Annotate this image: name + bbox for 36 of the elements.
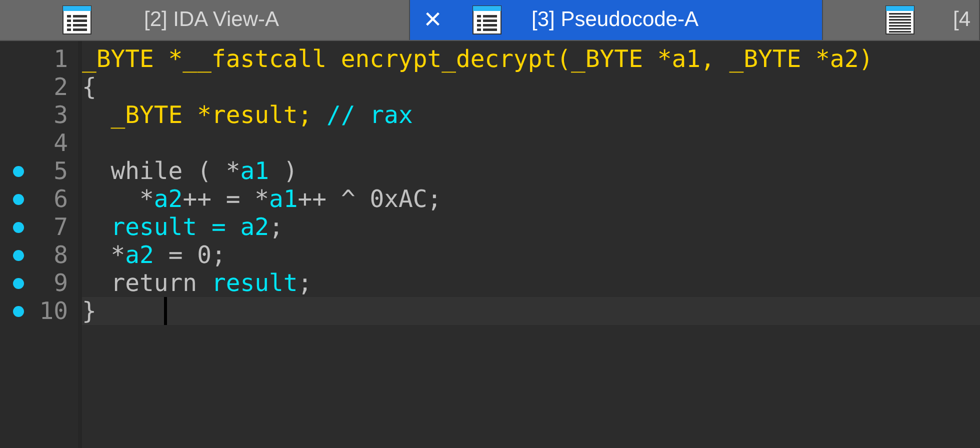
code-line: result = a2;: [110, 213, 284, 241]
close-icon[interactable]: ×: [424, 5, 442, 35]
line-number: 6: [54, 185, 68, 213]
line-number: 4: [54, 129, 68, 157]
breakpoint-dot[interactable]: [13, 306, 24, 317]
code-line: {: [82, 73, 96, 101]
table-icon: [472, 5, 502, 35]
tab-label: [3] Pseudocode-A: [532, 8, 698, 32]
code-line: _BYTE *result; // rax: [110, 101, 413, 129]
code-line: *a2 = 0;: [110, 241, 226, 269]
line-number: 1: [54, 45, 68, 73]
tab[interactable]: × [3] Pseudocode-A: [410, 0, 823, 40]
tab[interactable]: [4: [823, 0, 980, 40]
code-line: _BYTE *__fastcall encrypt_decrypt(_BYTE *a1, _BYTE *a2): [82, 45, 874, 73]
line-number: 2: [54, 73, 68, 101]
code-line: return result;: [110, 269, 312, 297]
line-number: 9: [54, 269, 68, 297]
text-cursor: [164, 297, 167, 325]
line-number: 5: [54, 157, 68, 185]
code-line: *a2++ = *a1++ ^ 0xAC;: [138, 185, 442, 213]
document-icon: [885, 5, 915, 35]
table-icon: [62, 5, 92, 35]
line-number: 3: [54, 101, 68, 129]
breakpoint-dot[interactable]: [13, 194, 24, 205]
breakpoint-dot[interactable]: [13, 250, 24, 261]
tab-label: [2] IDA View-A: [144, 8, 280, 32]
breakpoint-dot[interactable]: [13, 278, 24, 289]
tab-label: [4: [953, 8, 971, 32]
breakpoint-dot[interactable]: [13, 166, 24, 177]
code-line: while ( *a1 ): [110, 157, 298, 185]
line-number: 8: [54, 241, 68, 269]
code-line: }: [82, 297, 96, 325]
line-number: 7: [54, 213, 68, 241]
line-number: 10: [39, 297, 68, 325]
breakpoint-dot[interactable]: [13, 222, 24, 233]
tab[interactable]: [2] IDA View-A: [0, 0, 410, 40]
